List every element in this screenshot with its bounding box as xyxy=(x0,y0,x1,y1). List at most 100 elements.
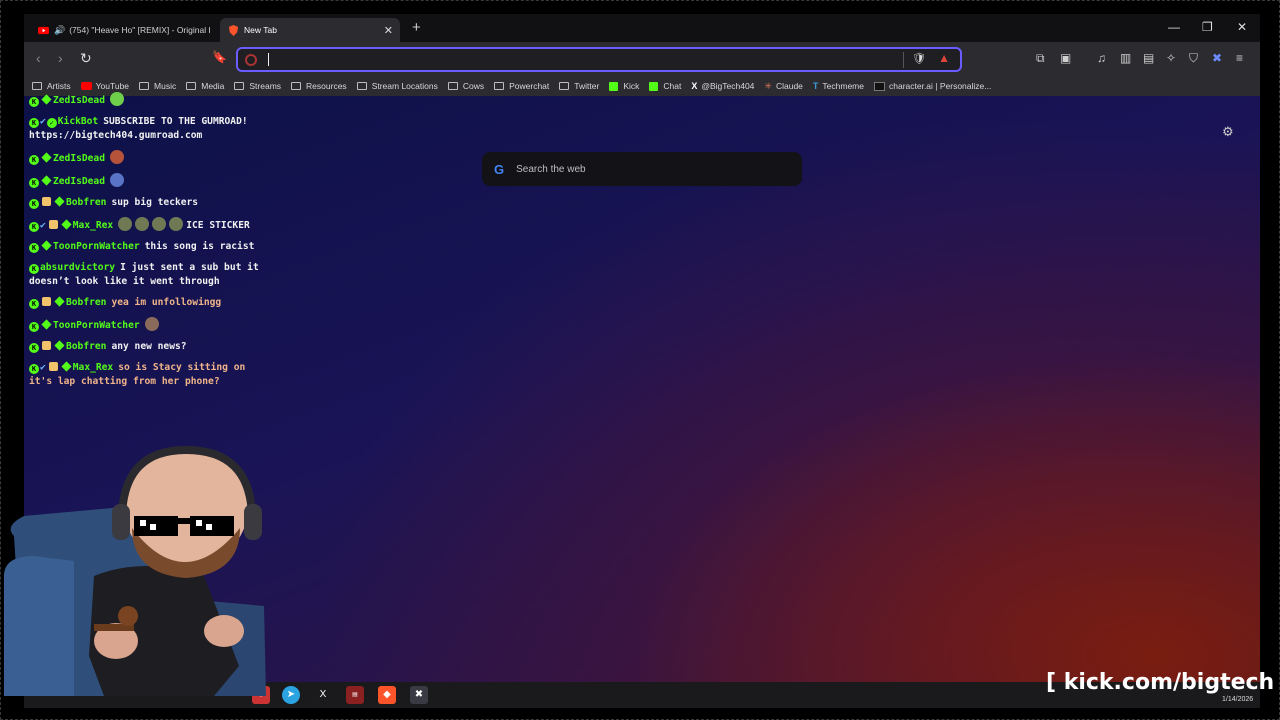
sword-badge-icon: ✔ xyxy=(40,362,46,373)
bookmark-item[interactable]: Stream Locations xyxy=(356,81,438,91)
media-icon[interactable]: ♫ xyxy=(1097,51,1106,65)
menu-icon[interactable]: ≡ xyxy=(1236,51,1243,65)
new-tab-button[interactable]: + xyxy=(412,19,421,36)
youtube-icon xyxy=(38,26,49,34)
site-info-icon[interactable] xyxy=(245,54,257,66)
bookmark-item[interactable]: Artists xyxy=(32,81,71,91)
speaker-icon[interactable]: 🔊 xyxy=(54,25,65,36)
chat-message: K ✔ Max_Rex ICE STICKER xyxy=(29,217,274,233)
folder-icon xyxy=(32,82,42,90)
bookmark-item[interactable]: Chat xyxy=(649,81,681,91)
bookmark-item[interactable]: Streams xyxy=(234,81,281,91)
back-button[interactable]: ‹ xyxy=(36,50,41,66)
chat-message: K ZedIsDead xyxy=(29,173,274,189)
brave-shield-icon[interactable]: 🛡 xyxy=(912,52,926,65)
streamer-avatar xyxy=(4,446,266,696)
maximize-button[interactable]: ❐ xyxy=(1202,20,1213,34)
separator xyxy=(903,52,904,68)
extension-x-icon[interactable]: ✖ xyxy=(1212,51,1222,65)
bookmark-item[interactable]: Kick xyxy=(609,81,639,91)
bookmark-icon[interactable]: 🔖 xyxy=(212,50,227,64)
chat-text: yea im unfollowingg xyxy=(111,297,222,308)
chat-text: any new news? xyxy=(111,341,187,352)
toolbar: ‹ › ↻ 🔖 🛡 ▲ ⧉ ▣ ♫ ▥ ▤ ✧ ⛉ ✖ ≡ xyxy=(24,42,1260,76)
chat-message: K ZedIsDead xyxy=(29,92,274,108)
bookmark-item[interactable]: X @BigTech404 xyxy=(691,81,754,91)
telegram-icon[interactable]: ➤ xyxy=(282,686,300,704)
forward-button[interactable]: › xyxy=(58,50,63,66)
reload-button[interactable]: ↻ xyxy=(80,50,92,67)
bookmark-item[interactable]: YouTube xyxy=(80,81,129,91)
brave-icon xyxy=(228,24,239,36)
diamond-badge-icon xyxy=(54,340,65,351)
folder-icon xyxy=(234,82,245,90)
search-box[interactable]: G Search the web xyxy=(482,152,802,186)
bookmark-item[interactable]: Twitter xyxy=(559,81,599,91)
screenshot-icon[interactable]: ▣ xyxy=(1060,51,1071,65)
chat-message: K Bobfren any new news? xyxy=(29,340,274,354)
diamond-badge-icon xyxy=(54,296,65,307)
extensions-icon[interactable]: ⧉ xyxy=(1036,51,1045,66)
chat-username[interactable]: ZedIsDead xyxy=(53,176,105,187)
chat-message: K Bobfren sup big teckers xyxy=(29,196,274,210)
chat-username[interactable]: ToonPornWatcher xyxy=(53,241,140,252)
bookmark-item[interactable]: Cows xyxy=(447,81,484,91)
bat-rewards-icon[interactable]: ▲ xyxy=(938,51,950,65)
leo-ai-icon[interactable]: ✧ xyxy=(1166,51,1176,65)
close-window-button[interactable]: ✕ xyxy=(1237,20,1247,34)
bookmark-item[interactable]: Powerchat xyxy=(494,81,549,91)
vpn-icon[interactable]: ⛉ xyxy=(1189,51,1198,66)
text-caret xyxy=(268,53,269,66)
chat-username[interactable]: Max_Rex xyxy=(73,362,113,373)
voice-app-icon[interactable]: ▤ xyxy=(346,686,364,704)
chat-username[interactable]: Max_Rex xyxy=(73,220,113,231)
kick-badge-icon: K xyxy=(29,178,39,188)
gear-icon[interactable]: ⚙ xyxy=(1222,124,1234,140)
kick-badge-icon: K xyxy=(29,322,39,332)
diamond-badge-icon xyxy=(41,152,52,163)
diamond-badge-icon xyxy=(41,319,52,330)
bookmark-item[interactable]: Resources xyxy=(291,81,347,91)
close-tab-icon[interactable]: ✕ xyxy=(384,24,393,37)
tab-new-tab[interactable]: New Tab ✕ xyxy=(220,18,400,42)
gift-badge-icon xyxy=(42,197,51,206)
sidebar-icon[interactable]: ▥ xyxy=(1120,51,1131,65)
kick-badge-icon: K xyxy=(29,243,39,253)
brave-taskbar-icon[interactable]: ◆ xyxy=(378,686,396,704)
chat-username[interactable]: ZedIsDead xyxy=(53,153,105,164)
bookmark-item[interactable]: T Techmeme xyxy=(813,81,864,91)
bookmark-label: Streams xyxy=(249,81,282,91)
chat-username[interactable]: Bobfren xyxy=(66,297,106,308)
bookmark-item[interactable]: Music xyxy=(139,81,176,91)
gift-badge-icon xyxy=(48,362,58,371)
chat-username[interactable]: Bobfren xyxy=(66,341,106,352)
chat-username[interactable]: absurdvictory xyxy=(40,262,115,273)
minimize-button[interactable]: — xyxy=(1168,20,1180,34)
sword-badge-icon: ✔ xyxy=(40,116,46,127)
tab-title: (754) "Heave Ho" [REMIX] - Original by xyxy=(69,25,210,35)
chat-username[interactable]: ZedIsDead xyxy=(53,95,105,106)
chat-username[interactable]: ToonPornWatcher xyxy=(53,320,140,331)
youtube-icon xyxy=(80,82,92,90)
folder-icon xyxy=(291,82,302,90)
sticker-emote-icon xyxy=(152,217,167,231)
address-bar[interactable]: 🛡 ▲ xyxy=(236,47,962,72)
chat-message: K ZedIsDead xyxy=(29,150,274,166)
bookmark-label: Kick xyxy=(623,81,640,91)
chat-message: K ToonPornWatcher this song is racist xyxy=(29,240,274,254)
chat-username[interactable]: Bobfren xyxy=(66,197,106,208)
emote-icon xyxy=(109,173,124,187)
wallet-icon[interactable]: ▤ xyxy=(1143,51,1154,65)
folder-icon xyxy=(494,82,505,90)
chat-message: K ✔ Max_Rex so is Stacy sitting on it's lap… xyxy=(29,361,274,389)
bookmark-item[interactable]: character.ai | Personalize... xyxy=(873,81,991,91)
active-app-icon[interactable]: ✖ xyxy=(410,686,428,704)
tab-youtube[interactable]: 🔊 (754) "Heave Ho" [REMIX] - Original by xyxy=(30,18,218,42)
bookmark-item[interactable]: Media xyxy=(186,81,224,91)
chat-username[interactable]: KickBot xyxy=(58,116,98,127)
kick-icon xyxy=(609,81,619,91)
folder-icon xyxy=(356,82,367,90)
bookmark-item[interactable]: ✳ Claude xyxy=(764,81,802,92)
x-app-icon[interactable]: X xyxy=(314,686,332,704)
bookmark-label: Stream Locations xyxy=(371,81,438,91)
